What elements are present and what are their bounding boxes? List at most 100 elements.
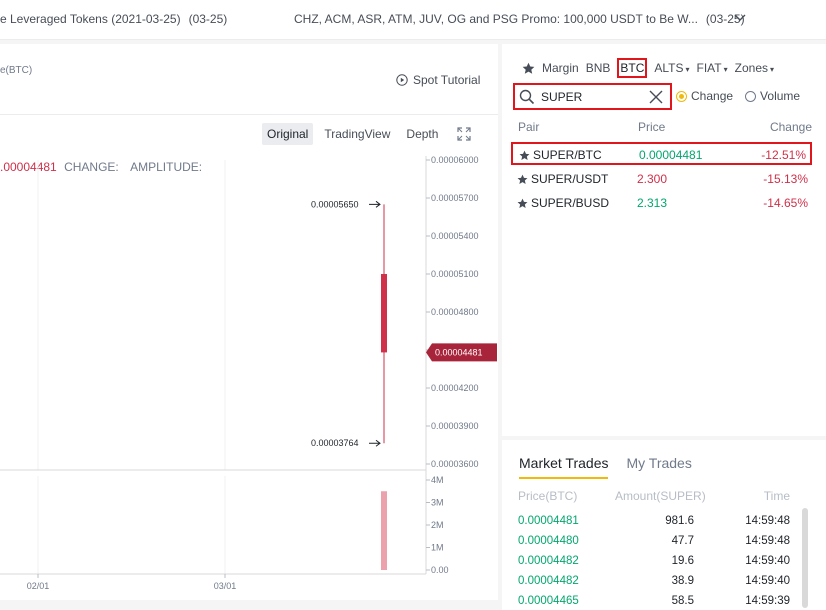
radio-change[interactable]: Change	[676, 89, 733, 103]
trade-amount: 47.7	[671, 535, 694, 547]
trade-row[interactable]: 0.00004481 981.6 14:59:48	[518, 515, 790, 535]
pair-cell: SUPER/USDT	[517, 172, 608, 186]
radio-volume[interactable]: Volume	[745, 89, 800, 103]
announcement-left[interactable]: e Leveraged Tokens (2021-03-25) (03-25)	[0, 12, 227, 26]
price-tick-label: 0.00005700	[431, 193, 479, 203]
pair-name: SUPER/BTC	[533, 148, 602, 162]
chart-panel: e(BTC) Spot Tutorial Original TradingVie…	[0, 44, 498, 604]
tab-zones[interactable]: Zones ▾	[735, 61, 774, 75]
announcement-left-date: (03-25)	[188, 12, 228, 26]
volume-tick-label: 4M	[431, 475, 444, 485]
star-icon[interactable]	[519, 150, 530, 161]
date-tick-label: 02/01	[27, 581, 50, 591]
star-icon[interactable]	[517, 174, 528, 185]
date-axis: 02/01 03/01	[27, 574, 236, 591]
tab-zones-label: Zones	[734, 61, 768, 75]
arrow-right-icon	[369, 200, 381, 208]
favorites-star-icon[interactable]	[522, 62, 535, 75]
tab-market-trades[interactable]: Market Trades	[519, 455, 609, 479]
caret-down-icon: ▾	[685, 65, 690, 74]
pair-cell: SUPER/BTC	[519, 148, 602, 162]
header-pair[interactable]: Pair	[518, 120, 539, 134]
market-table-header: Pair Price Change	[518, 120, 812, 134]
pair-price: 2.300	[637, 172, 668, 186]
market-row-super-usdt[interactable]: SUPER/USDT 2.300 -15.13%	[511, 168, 812, 191]
price-tick-label: 0.00005100	[431, 269, 479, 279]
market-row-super-busd[interactable]: SUPER/BUSD 2.313 -14.65%	[511, 192, 812, 215]
trade-amount: 38.9	[671, 575, 694, 587]
tab-my-trades[interactable]: My Trades	[626, 455, 691, 479]
trade-row[interactable]: 0.00004482 38.9 14:59:40	[518, 575, 790, 595]
trades-tabs: Market Trades My Trades	[519, 455, 692, 479]
market-row-super-btc[interactable]: SUPER/BTC 0.00004481 -12.51%	[511, 142, 812, 165]
price-tick-label: 0.00005400	[431, 231, 479, 241]
high-annotation: 0.00005650	[311, 199, 381, 209]
announcement-left-text[interactable]: e Leveraged Tokens (2021-03-25)	[0, 12, 181, 26]
header-trade-amount: Amount(SUPER)	[615, 489, 706, 503]
trade-price: 0.00004482	[518, 555, 579, 567]
pair-price: 2.313	[637, 196, 668, 210]
volume-tick-label: 0.00	[431, 565, 449, 575]
pair-search-box	[513, 83, 672, 110]
tab-alts[interactable]: ALTS ▾	[654, 61, 689, 75]
last-price-tag: 0.00004481	[426, 343, 497, 362]
trade-time: 14:59:39	[745, 595, 790, 607]
search-input[interactable]	[541, 89, 641, 104]
candlestick-chart[interactable]: 0.00006000 0.00005700 0.00005400 0.00005100…	[0, 44, 498, 604]
pair-cell: SUPER/BUSD	[517, 196, 609, 210]
price-tick-label: 0.00006000	[431, 155, 479, 165]
trade-price: 0.00004482	[518, 575, 579, 587]
trades-scrollbar[interactable]	[802, 508, 808, 608]
volume-tick-label: 3M	[431, 498, 444, 508]
market-list-panel: Margin BNB BTC ALTS▾ FIAT▾ Zones▾ Change	[502, 44, 826, 436]
announcement-right[interactable]: CHZ, ACM, ASR, ATM, JUV, OG and PSG Prom…	[294, 12, 745, 26]
price-tick-label: 0.00003900	[431, 421, 479, 431]
trade-price: 0.00004481	[518, 515, 579, 527]
candle-body	[381, 274, 387, 353]
radio-dot	[745, 90, 757, 102]
trade-time: 14:59:40	[745, 575, 790, 587]
header-trade-price: Price(BTC)	[518, 489, 578, 503]
pair-change: -15.13%	[763, 172, 808, 186]
tab-fiat[interactable]: FIAT ▾	[697, 61, 728, 75]
pair-name: SUPER/BUSD	[531, 196, 610, 210]
tab-btc[interactable]: BTC	[617, 58, 648, 78]
candles	[381, 204, 387, 570]
trade-row[interactable]: 0.00004482 19.6 14:59:40	[518, 555, 790, 575]
header-price[interactable]: Price	[638, 120, 665, 134]
tab-margin-label: Margin	[542, 61, 579, 75]
tab-margin[interactable]: Margin	[542, 61, 579, 75]
caret-down-icon: ▾	[723, 65, 728, 74]
arrow-right-icon	[369, 439, 381, 447]
trade-time: 14:59:48	[745, 515, 790, 527]
announcement-right-text[interactable]: CHZ, ACM, ASR, ATM, JUV, OG and PSG Prom…	[294, 12, 698, 26]
trade-row[interactable]: 0.00004480 47.7 14:59:48	[518, 535, 790, 555]
low-annotation: 0.00003764	[311, 438, 381, 448]
search-icon	[519, 89, 535, 104]
radio-change-label: Change	[691, 89, 734, 103]
last-price-value: 0.00004481	[435, 347, 483, 357]
pair-name: SUPER/USDT	[531, 172, 609, 186]
header-change[interactable]: Change	[770, 120, 812, 134]
tab-fiat-label: FIAT	[696, 61, 722, 75]
chart-grid	[37, 160, 226, 574]
radio-volume-label: Volume	[760, 89, 801, 103]
trade-time: 14:59:40	[745, 555, 790, 567]
market-tabs: Margin BNB BTC ALTS ▾ FIAT ▾ Zones ▾	[522, 58, 774, 78]
clear-search-icon[interactable]	[648, 89, 664, 105]
tab-alts-label: ALTS	[654, 61, 684, 75]
high-label: 0.00005650	[311, 199, 359, 209]
pair-price: 0.00004481	[639, 148, 703, 162]
tab-bnb[interactable]: BNB	[586, 61, 611, 75]
radio-dot-selected	[676, 90, 687, 102]
volume-tick-label: 1M	[431, 543, 444, 553]
chart-bottom-strip	[0, 600, 498, 604]
trade-row[interactable]: 0.00004465 58.5 14:59:39	[518, 595, 790, 610]
sort-toggle: Change Volume	[676, 89, 800, 103]
tab-btc-label: BTC	[620, 61, 645, 75]
trade-price: 0.00004480	[518, 535, 579, 547]
price-tick-label: 0.00004200	[431, 383, 479, 393]
star-icon[interactable]	[517, 198, 528, 209]
chevron-down-icon[interactable]	[732, 9, 748, 25]
pair-change: -12.51%	[761, 148, 806, 162]
